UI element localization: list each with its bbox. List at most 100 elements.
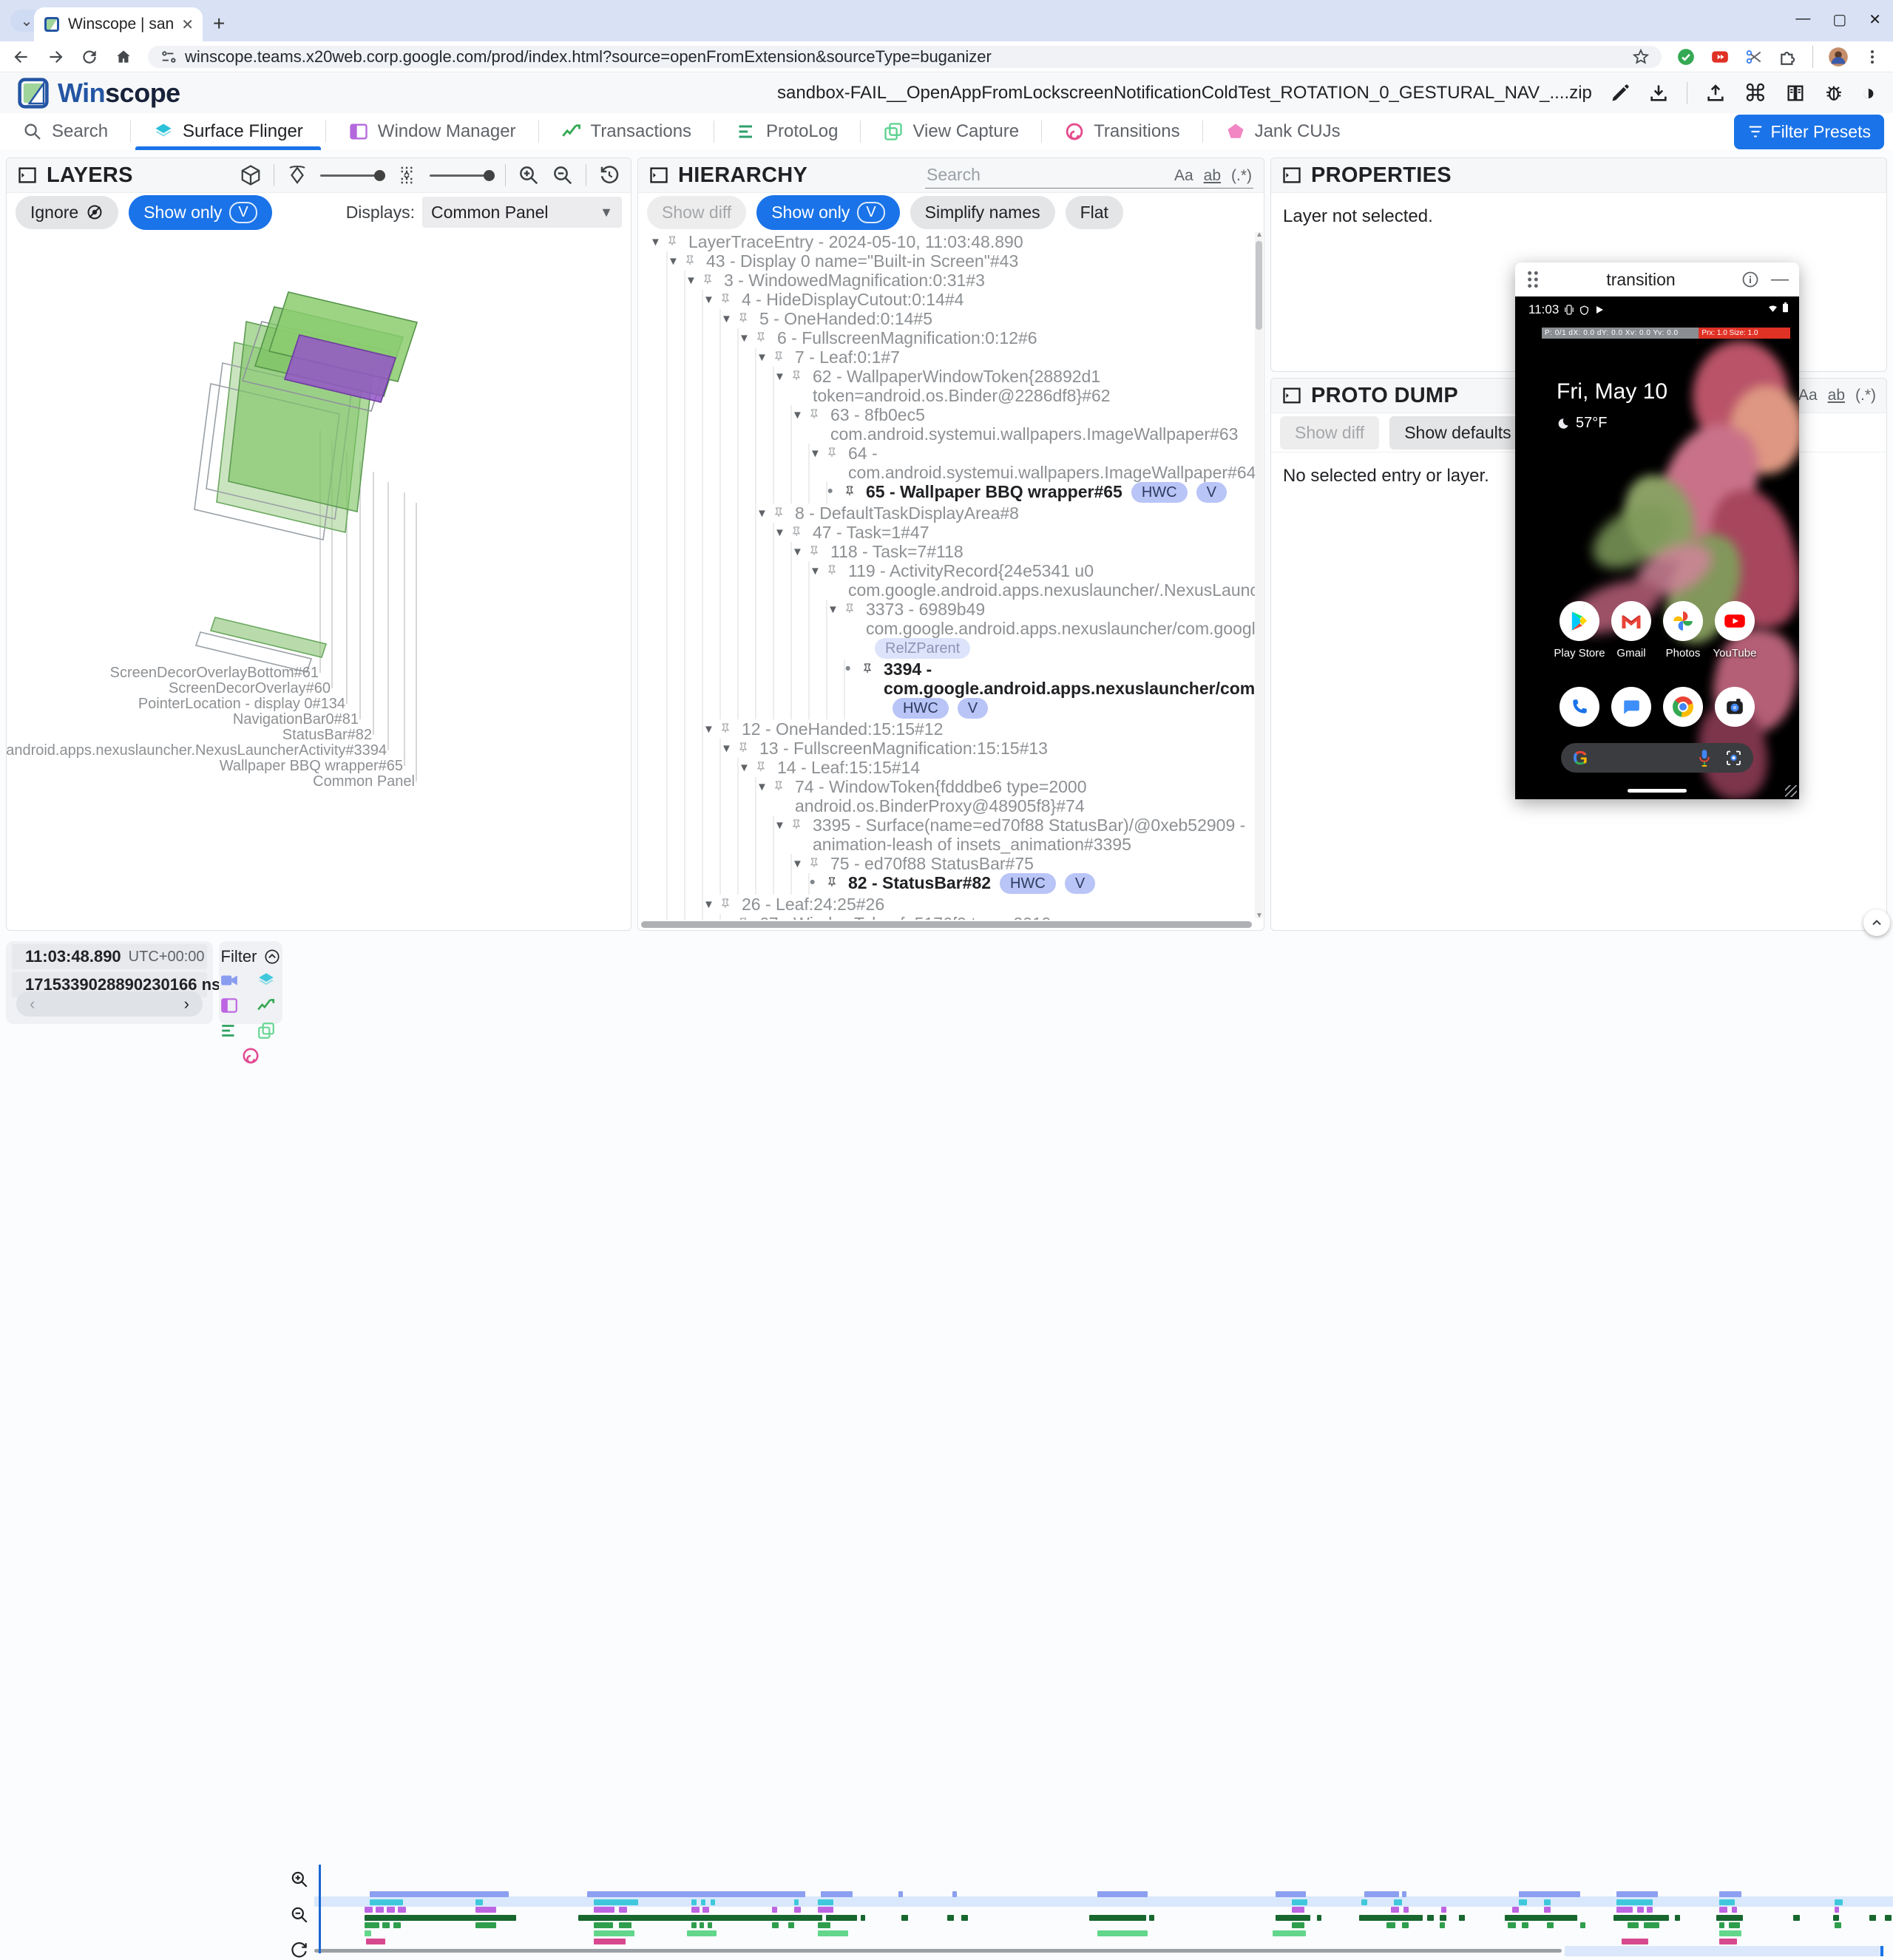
timeline-zoom-in-icon[interactable] [290,1870,309,1889]
timeline-segment-protolog[interactable] [1508,1922,1516,1928]
window-maximize-icon[interactable]: ▢ [1832,10,1846,29]
timeline-segment-window-manager[interactable] [1732,1907,1736,1913]
match-case-toggle[interactable]: Aa [1798,387,1818,404]
timeline-segment-protolog[interactable] [818,1922,830,1928]
tree-node[interactable]: •3394 - com.google.android.apps.nexuslau… [638,659,1255,719]
expand-arrow-icon[interactable]: ▼ [774,816,785,835]
timeline-segment-transactions[interactable] [1089,1915,1146,1921]
expand-arrow-icon[interactable]: ▼ [703,291,714,310]
timeline-segment-window-manager[interactable] [794,1907,801,1913]
timeline-segment-window-manager[interactable] [387,1907,395,1913]
tree-node[interactable]: ▼14 - Leaf:15:15#14 [638,758,1255,777]
expand-arrow-icon[interactable]: ▼ [739,329,750,348]
messages-app-icon[interactable] [1611,687,1651,727]
tree-node[interactable]: ▼118 - Task=7#118 [638,542,1255,561]
app-youtube[interactable]: YouTube [1709,601,1761,659]
filter-trace-window-icon[interactable] [220,996,245,1015]
timeline-segment-surface-flinger[interactable] [1394,1899,1402,1905]
layer-rect-label[interactable]: Common Panel [313,773,415,790]
dark-mode-toggle-icon[interactable]: ◑ [1862,81,1875,106]
tab-search[interactable]: Search [0,113,130,150]
tree-node[interactable]: ▼3373 - 6989b49 com.google.android.apps.… [638,600,1255,659]
minimize-window-icon[interactable]: — [1771,269,1789,290]
timeline-segment-protolog[interactable] [772,1922,779,1928]
filter-trace-layers-icon[interactable] [257,971,282,990]
collapse-panel-icon[interactable] [649,165,669,186]
filter-trace-transactions-icon[interactable] [257,996,282,1015]
timeline-segment-view-capture[interactable] [365,1930,371,1936]
timeline-segment-protolog[interactable] [1644,1922,1659,1928]
timeline-segment-screen-recording[interactable] [1402,1891,1406,1897]
timeline-segment-screen-recording[interactable] [952,1891,957,1897]
window-resize-handle[interactable] [1785,785,1797,797]
timeline-segment-protolog[interactable] [393,1922,402,1928]
timeline-segment-protolog[interactable] [700,1922,704,1928]
pin-node-icon[interactable] [808,545,820,557]
playstore-app-icon[interactable] [1560,601,1599,641]
pin-node-icon[interactable] [773,350,785,362]
pin-node-icon[interactable] [737,742,749,753]
expand-arrow-icon[interactable]: ▼ [756,504,768,523]
tree-node[interactable]: ▼3 - WindowedMagnification:0:31#3 [638,271,1255,290]
pin-node-icon[interactable] [719,898,731,909]
info-icon[interactable] [1741,271,1759,288]
tree-node[interactable]: ▼3395 - Surface(name=ed70f88 StatusBar)/… [638,815,1255,854]
3d-view-icon[interactable] [240,164,262,186]
timeline-segment-protolog[interactable] [1402,1922,1409,1928]
timeline-segment-screen-recording[interactable] [1719,1891,1741,1897]
extension-video-icon[interactable] [1710,47,1730,67]
timeline-segment-transactions[interactable] [365,1915,516,1921]
show-diff-button[interactable]: Show diff [647,196,746,229]
layers-3d-view[interactable]: ScreenDecorOverlayBottom#61ScreenDecorOv… [7,232,631,930]
back-icon[interactable] [12,47,31,67]
camera-app-icon[interactable] [1715,687,1755,727]
download-icon[interactable] [1648,83,1669,104]
expand-arrow-icon[interactable]: ▼ [810,562,821,581]
tree-node[interactable]: ▼6 - FullscreenMagnification:0:12#6 [638,328,1255,347]
timeline-segment-screen-recording[interactable] [587,1891,805,1897]
timeline-segment-protolog[interactable] [1547,1922,1554,1928]
forward-icon[interactable] [46,47,65,67]
timeline-segment-surface-flinger[interactable] [475,1899,484,1905]
home-icon[interactable] [114,47,133,67]
pin-node-icon[interactable] [773,780,785,792]
timeline-segment-transactions[interactable] [1613,1915,1669,1921]
bookmark-star-icon[interactable] [1632,48,1650,66]
tab-window-manager[interactable]: Window Manager [326,113,538,150]
timeline-segment-protolog[interactable] [708,1922,712,1928]
pin-node-icon[interactable] [790,526,802,538]
zoom-out-icon[interactable] [552,164,574,186]
expand-arrow-icon[interactable]: ▼ [756,778,768,797]
timeline-segment-protolog[interactable] [788,1922,795,1928]
mini-timeline[interactable] [314,1865,1893,1955]
reload-icon[interactable] [80,47,99,67]
timeline-zoom-out-icon[interactable] [290,1905,309,1925]
timeline-segment-surface-flinger[interactable] [370,1899,403,1905]
timeline-segment-surface-flinger[interactable] [1719,1899,1735,1905]
timeline-segment-window-manager[interactable] [1637,1907,1644,1913]
window-minimize-icon[interactable]: — [1795,10,1810,29]
timeline-segment-window-manager[interactable] [1544,1907,1551,1913]
timeline-segment-screen-recording[interactable] [1364,1891,1399,1897]
rotation-icon[interactable] [286,164,308,186]
expand-arrow-icon[interactable]: ▼ [792,855,803,874]
extensions-puzzle-icon[interactable] [1778,47,1798,67]
timeline-segment-window-manager[interactable] [1512,1907,1519,1913]
timeline-segment-screen-recording[interactable] [1519,1891,1580,1897]
timeline-segment-transactions[interactable] [1149,1915,1154,1921]
displays-select[interactable]: Common Panel▼ [422,197,622,228]
edit-icon[interactable] [1610,83,1630,104]
timeline-segment-protolog[interactable] [1440,1922,1444,1928]
collapse-panel-icon[interactable] [1281,165,1302,186]
collapse-filter-icon[interactable] [264,949,280,965]
lens-icon[interactable] [1725,750,1741,766]
timeline-segment-screen-recording[interactable] [370,1891,509,1897]
timeline-segment-surface-flinger[interactable] [1544,1899,1551,1905]
youtube-app-icon[interactable] [1715,601,1755,641]
expand-arrow-icon[interactable]: ▼ [774,367,785,387]
timeline-segment-window-manager[interactable] [1719,1907,1727,1913]
pin-node-icon[interactable] [719,293,731,305]
timeline-segment-transitions[interactable] [594,1939,626,1944]
timeline-segment-surface-flinger[interactable] [594,1899,638,1905]
timeline-segment-window-manager[interactable] [691,1907,700,1913]
